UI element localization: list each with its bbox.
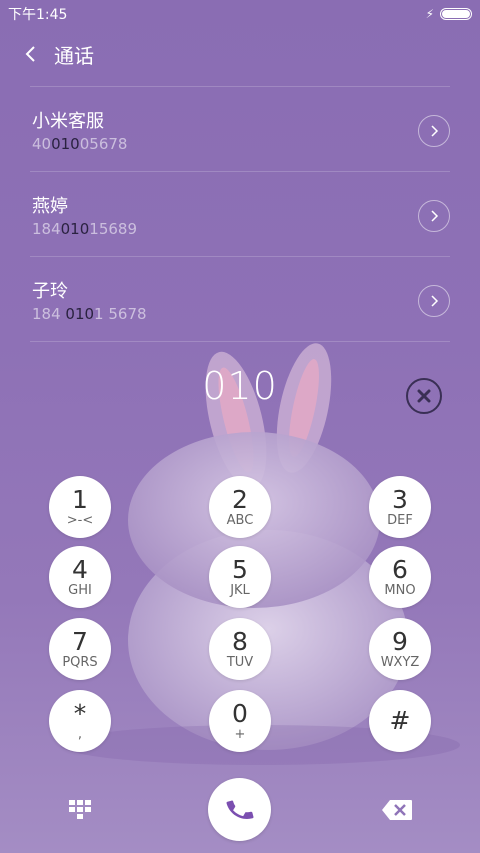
contact-name: 燕婷: [32, 196, 68, 217]
back-arrow-icon[interactable]: [18, 42, 42, 66]
chevron-right-icon[interactable]: [418, 200, 450, 232]
key-8[interactable]: 8 TUV: [209, 618, 271, 680]
status-icons: ⚡: [426, 7, 472, 21]
key-4[interactable]: 4 GHI: [49, 546, 111, 608]
key-star[interactable]: *,: [49, 690, 111, 752]
contact-row[interactable]: 小米客服 4001005678: [30, 86, 450, 171]
key-6[interactable]: 6 MNO: [369, 546, 431, 608]
key-5[interactable]: 5 JKL: [209, 546, 271, 608]
status-time: 下午1:45: [8, 7, 68, 23]
header: 通话: [0, 32, 480, 76]
key-hash[interactable]: #: [369, 690, 431, 752]
call-button[interactable]: [208, 778, 271, 841]
key-7[interactable]: 7 PQRS: [49, 618, 111, 680]
contact-row[interactable]: 燕婷 18401015689: [30, 171, 450, 256]
clear-x-icon[interactable]: [406, 378, 442, 414]
dialpad: 1 >-< 2 ABC 3 DEF 4 GHI 5 JKL 6 MNO 7 PQRS 8 TUV…: [0, 476, 480, 756]
key-1[interactable]: 1 >-<: [49, 476, 111, 538]
key-9[interactable]: 9 WXYZ: [369, 618, 431, 680]
contact-number: 184 0101 5678: [32, 305, 147, 323]
bottom-bar: [0, 778, 480, 842]
contact-number: 4001005678: [32, 135, 128, 153]
key-0[interactable]: 0 +: [209, 690, 271, 752]
contact-name: 子玲: [32, 281, 68, 302]
status-bar: 下午1:45 ⚡: [0, 0, 480, 28]
battery-icon: [440, 8, 472, 20]
chevron-right-icon[interactable]: [418, 115, 450, 147]
key-2[interactable]: 2 ABC: [209, 476, 271, 538]
contact-list: 小米客服 4001005678 燕婷 18401015689 子玲 184 01…: [30, 86, 450, 342]
list-divider: [30, 341, 450, 342]
dialpad-icon[interactable]: [68, 798, 92, 822]
key-3[interactable]: 3 DEF: [369, 476, 431, 538]
contact-row[interactable]: 子玲 184 0101 5678: [30, 256, 450, 341]
chevron-right-icon[interactable]: [418, 285, 450, 317]
page-title: 通话: [54, 43, 94, 68]
contact-name: 小米客服: [32, 111, 104, 132]
phone-icon: [225, 800, 254, 819]
contact-number: 18401015689: [32, 220, 137, 238]
backspace-icon[interactable]: [381, 799, 413, 821]
charging-icon: ⚡: [425, 7, 434, 21]
